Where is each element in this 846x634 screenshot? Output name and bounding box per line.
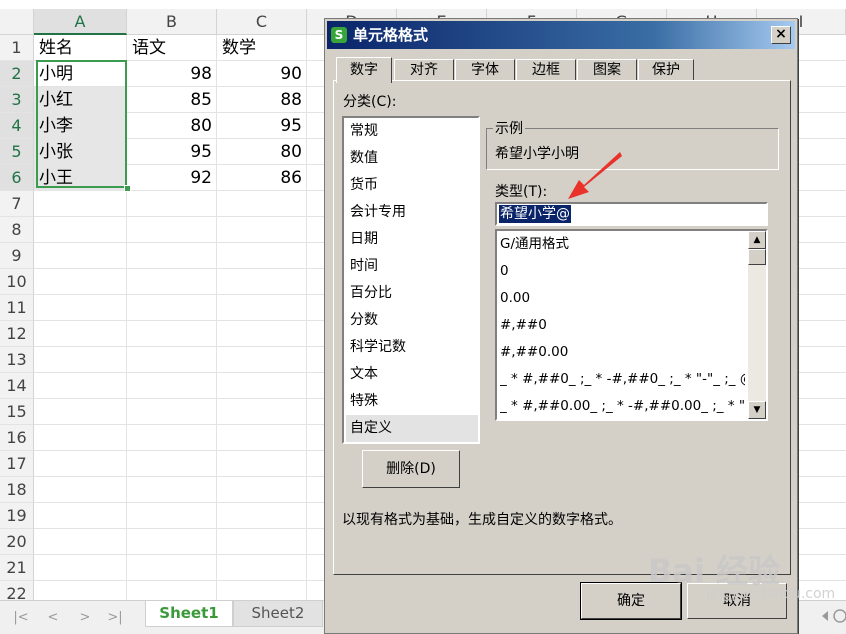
format-list[interactable]: G/通用格式 0 0.00 #,##0 #,##0.00 _ * #,##0_ ;_ * … <box>495 229 768 421</box>
category-item[interactable]: 分数 <box>346 307 478 334</box>
dialog-titlebar[interactable]: S 单元格格式 × <box>327 21 795 49</box>
sheet-tab-sheet2[interactable]: Sheet2 <box>233 601 323 627</box>
format-list-scrollbar[interactable]: ▲ ▼ <box>748 231 766 419</box>
format-item[interactable]: #,##0 <box>500 312 745 339</box>
cell-chinese[interactable]: 85 <box>127 87 217 113</box>
tab-number[interactable]: 数字 <box>336 57 392 83</box>
format-item[interactable]: #,##0.00 <box>500 339 745 366</box>
cell-chinese[interactable]: 98 <box>127 61 217 87</box>
horizontal-scroll-icon[interactable] <box>816 605 846 627</box>
category-item[interactable]: 会计专用 <box>346 199 478 226</box>
type-input[interactable]: 希望小学@ <box>495 202 768 226</box>
cell-b1[interactable]: 语文 <box>127 35 217 61</box>
row-header[interactable]: 5 <box>0 139 34 165</box>
ok-button[interactable]: 确定 <box>580 582 682 620</box>
row-header[interactable]: 15 <box>0 399 34 425</box>
cell-math[interactable]: 88 <box>217 87 307 113</box>
row-header[interactable]: 9 <box>0 243 34 269</box>
row-header[interactable]: 2 <box>0 61 34 87</box>
cell-name[interactable]: 小张 <box>34 139 127 165</box>
select-all-corner[interactable] <box>0 9 34 35</box>
cell-chinese[interactable]: 95 <box>127 139 217 165</box>
prev-sheet-icon[interactable]: < <box>44 609 62 627</box>
cell-chinese[interactable]: 80 <box>127 113 217 139</box>
row-header[interactable]: 6 <box>0 165 34 191</box>
scroll-up-icon[interactable]: ▲ <box>748 231 766 249</box>
row-header[interactable]: 17 <box>0 451 34 477</box>
row-header[interactable]: 3 <box>0 87 34 113</box>
row-header[interactable]: 11 <box>0 295 34 321</box>
row-header[interactable]: 16 <box>0 425 34 451</box>
scroll-thumb[interactable] <box>748 249 766 265</box>
cell-math[interactable]: 95 <box>217 113 307 139</box>
sheet-tab-sheet1[interactable]: Sheet1 <box>145 601 233 627</box>
cell-name[interactable]: 小明 <box>34 61 127 87</box>
cell-name[interactable]: 小红 <box>34 87 127 113</box>
cell-math[interactable]: 80 <box>217 139 307 165</box>
row-header[interactable]: 7 <box>0 191 34 217</box>
row-header[interactable]: 20 <box>0 529 34 555</box>
sample-label: 示例 <box>493 118 525 138</box>
format-item[interactable]: G/通用格式 <box>500 231 745 258</box>
category-item[interactable]: 时间 <box>346 253 478 280</box>
cell-name[interactable]: 小李 <box>34 113 127 139</box>
row-header[interactable]: 13 <box>0 347 34 373</box>
type-label: 类型(T): <box>495 184 548 200</box>
cell-a1[interactable]: 姓名 <box>34 35 127 61</box>
row-header[interactable]: 14 <box>0 373 34 399</box>
format-item[interactable]: _ * #,##0_ ;_ * -#,##0_ ;_ * "-"_ ;_ @_ <box>500 366 745 393</box>
category-item[interactable]: 常规 <box>346 118 478 145</box>
row-header[interactable]: 10 <box>0 269 34 295</box>
row-header[interactable]: 21 <box>0 555 34 581</box>
category-item[interactable]: 百分比 <box>346 280 478 307</box>
sample-value: 希望小学小明 <box>495 146 579 162</box>
row-header[interactable]: 19 <box>0 503 34 529</box>
row-header[interactable]: 4 <box>0 113 34 139</box>
tab-alignment[interactable]: 对齐 <box>394 59 454 81</box>
row-header[interactable]: 18 <box>0 477 34 503</box>
format-cells-dialog: S 单元格格式 × 数字 对齐 字体 边框 图案 保护 分类(C): 常规 数值货… <box>324 18 798 634</box>
category-item[interactable]: 货币 <box>346 172 478 199</box>
cell-chinese[interactable]: 92 <box>127 165 217 191</box>
column-header-b[interactable]: B <box>127 9 217 35</box>
cell-math[interactable]: 86 <box>217 165 307 191</box>
tab-border[interactable]: 边框 <box>516 59 576 81</box>
first-sheet-icon[interactable]: |< <box>12 609 30 627</box>
category-item[interactable]: 自定义 <box>346 415 478 442</box>
row-header[interactable]: 12 <box>0 321 34 347</box>
row-header[interactable]: 8 <box>0 217 34 243</box>
format-item[interactable]: 0 <box>500 258 745 285</box>
tab-pattern[interactable]: 图案 <box>577 59 637 81</box>
next-sheet-icon[interactable]: > <box>76 609 94 627</box>
type-input-value: 希望小学@ <box>499 205 571 223</box>
category-item[interactable]: 科学记数 <box>346 334 478 361</box>
tab-font[interactable]: 字体 <box>455 59 515 81</box>
format-description: 以现有格式为基础，生成自定义的数字格式。 <box>342 512 622 528</box>
column-header-c[interactable]: C <box>217 9 307 35</box>
category-label: 分类(C): <box>343 94 397 110</box>
cell-c1[interactable]: 数学 <box>217 35 307 61</box>
column-header-a[interactable]: A <box>34 9 127 35</box>
category-item[interactable]: 日期 <box>346 226 478 253</box>
dialog-title: 单元格格式 <box>353 26 429 44</box>
row-header[interactable]: 1 <box>0 35 34 61</box>
scroll-down-icon[interactable]: ▼ <box>748 401 766 419</box>
delete-button[interactable]: 删除(D) <box>362 450 460 488</box>
last-sheet-icon[interactable]: >| <box>106 609 124 627</box>
fill-handle[interactable] <box>124 185 131 192</box>
cell-math[interactable]: 90 <box>217 61 307 87</box>
category-list[interactable]: 常规 数值 货币 会计专用 日期 时间 百分比 分数 科学记数 文本 特殊 自定义 <box>342 116 480 444</box>
category-item[interactable]: 文本 <box>346 361 478 388</box>
tab-protection[interactable]: 保护 <box>638 59 694 81</box>
category-item[interactable]: 数值 <box>346 145 478 172</box>
category-item[interactable]: 特殊 <box>346 388 478 415</box>
cancel-button[interactable]: 取消 <box>687 583 787 619</box>
close-button[interactable]: × <box>771 26 791 44</box>
format-item[interactable]: 0.00 <box>500 285 745 312</box>
format-item[interactable]: _ * #,##0.00_ ;_ * -#,##0.00_ ;_ * "-"??… <box>500 393 745 419</box>
app-icon: S <box>331 27 347 43</box>
cell-name[interactable]: 小王 <box>34 165 127 191</box>
